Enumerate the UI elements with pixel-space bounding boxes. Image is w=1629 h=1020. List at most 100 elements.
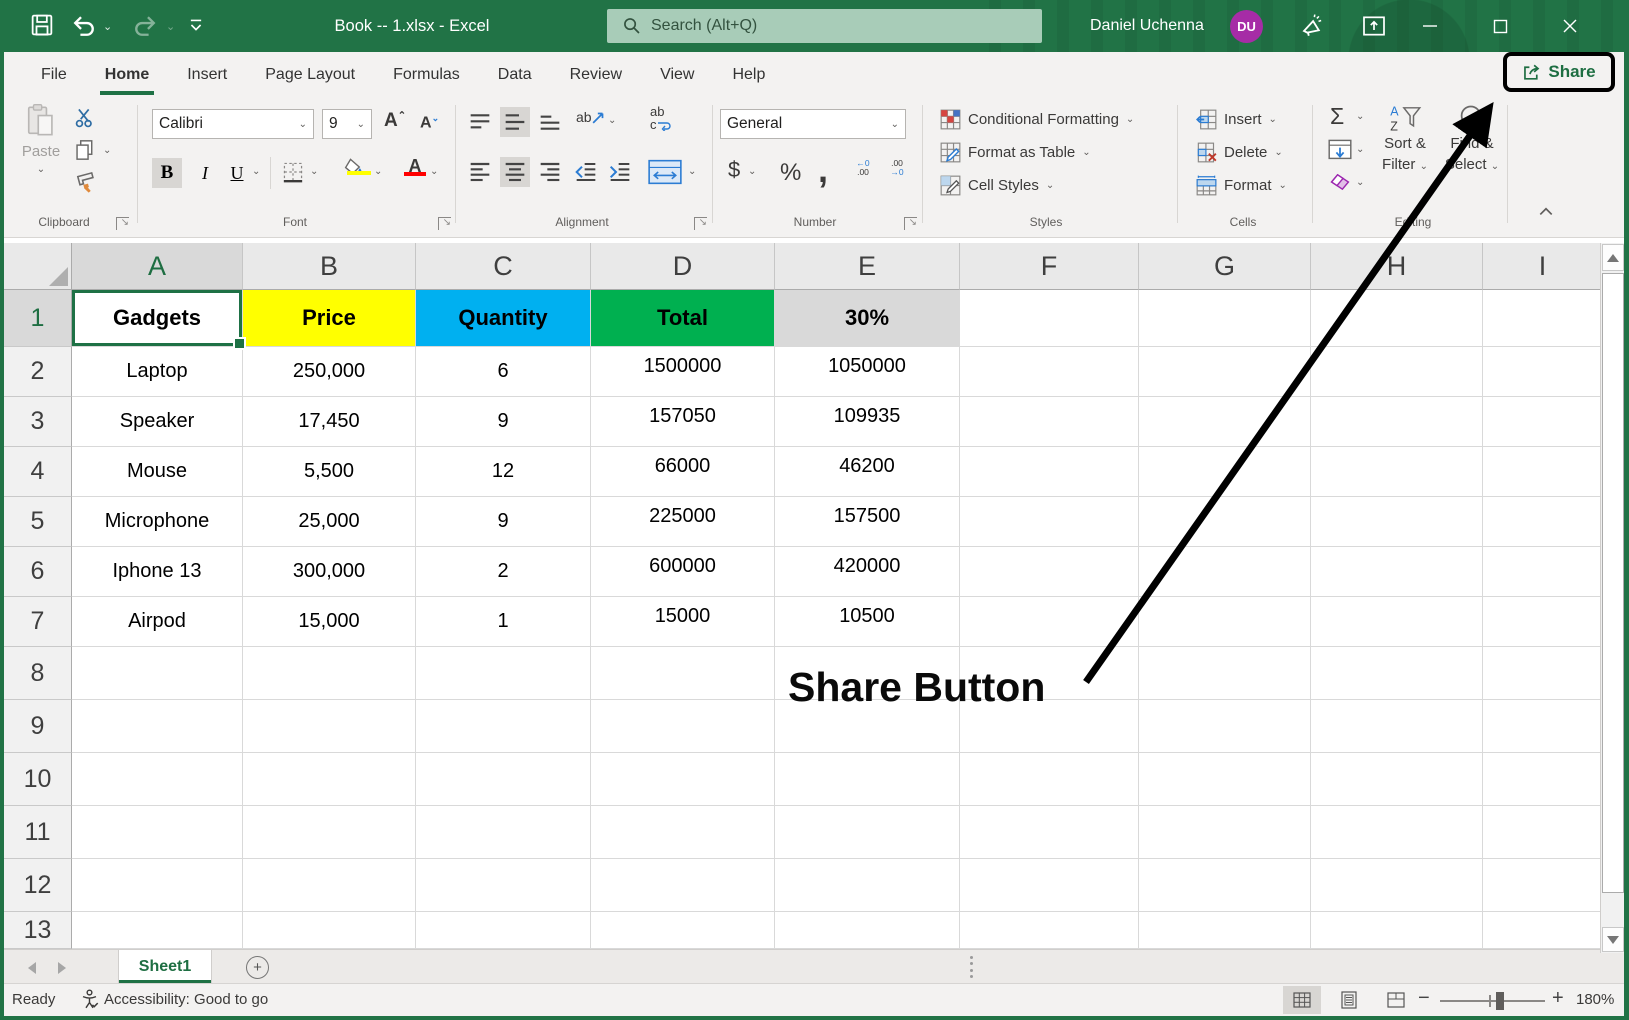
cell-A4[interactable]: Mouse <box>72 447 243 497</box>
cell-E5[interactable]: 157500 <box>775 497 960 547</box>
underline-dropdown-icon[interactable]: ⌄ <box>252 166 260 177</box>
cell-G3[interactable] <box>1139 397 1311 447</box>
orientation-icon[interactable]: ab <box>576 109 606 125</box>
merge-center-icon[interactable] <box>648 159 682 185</box>
currency-format-icon[interactable]: $ <box>728 157 740 183</box>
cell-C13[interactable] <box>416 912 591 949</box>
cell-H12[interactable] <box>1311 859 1483 912</box>
cell-F11[interactable] <box>960 806 1139 859</box>
cell-B1[interactable]: Price <box>243 290 416 347</box>
fill-dropdown-icon[interactable]: ⌄ <box>1356 144 1364 155</box>
borders-dropdown-icon[interactable]: ⌄ <box>310 166 318 177</box>
cell-I4[interactable] <box>1483 447 1600 497</box>
cell-G10[interactable] <box>1139 753 1311 806</box>
sort-filter-button[interactable]: AZ Sort &Filter ⌄ <box>1372 103 1438 177</box>
quick-access-toolbar-icon[interactable] <box>188 15 204 35</box>
cell-D13[interactable] <box>591 912 775 949</box>
decrease-decimal-icon[interactable]: .00→0 <box>884 159 910 177</box>
row-header-8[interactable]: 8 <box>4 647 72 700</box>
avatar[interactable]: DU <box>1230 10 1263 43</box>
tab-view[interactable]: View <box>641 52 713 97</box>
paste-button[interactable]: Paste ⌄ <box>14 103 68 207</box>
cell-C12[interactable] <box>416 859 591 912</box>
cell-E4[interactable]: 46200 <box>775 447 960 497</box>
cell-A5[interactable]: Microphone <box>72 497 243 547</box>
cell-D6[interactable]: 600000 <box>591 547 775 597</box>
align-left-icon[interactable] <box>468 161 492 183</box>
cell-B4[interactable]: 5,500 <box>243 447 416 497</box>
save-icon[interactable] <box>31 14 53 36</box>
align-right-icon[interactable] <box>538 161 562 183</box>
cell-I3[interactable] <box>1483 397 1600 447</box>
increase-decimal-icon[interactable]: ←0.00 <box>850 159 876 177</box>
cell-H5[interactable] <box>1311 497 1483 547</box>
cell-F10[interactable] <box>960 753 1139 806</box>
row-header-10[interactable]: 10 <box>4 753 72 806</box>
cell-B2[interactable]: 250,000 <box>243 347 416 397</box>
undo-dropdown-icon[interactable]: ⌄ <box>103 20 112 33</box>
cell-C1[interactable]: Quantity <box>416 290 591 347</box>
redo-icon[interactable] <box>133 12 159 38</box>
cell-H7[interactable] <box>1311 597 1483 647</box>
bold-button[interactable]: B <box>152 158 182 188</box>
zoom-out-button[interactable]: − <box>1418 987 1430 1010</box>
cell-G7[interactable] <box>1139 597 1311 647</box>
column-header-C[interactable]: C <box>416 243 591 290</box>
cell-G11[interactable] <box>1139 806 1311 859</box>
copy-icon[interactable] <box>74 139 96 161</box>
format-painter-icon[interactable] <box>74 171 98 195</box>
cell-B12[interactable] <box>243 859 416 912</box>
cell-A10[interactable] <box>72 753 243 806</box>
page-layout-view-button[interactable] <box>1330 986 1368 1014</box>
insert-cells-button[interactable]: Insert ⌄ <box>1196 105 1277 133</box>
wrap-text-icon[interactable]: ab c <box>650 105 671 131</box>
cell-E1[interactable]: 30% <box>775 290 960 347</box>
fill-color-icon[interactable] <box>344 158 368 176</box>
cell-F4[interactable] <box>960 447 1139 497</box>
cut-icon[interactable] <box>74 107 96 129</box>
row-header-4[interactable]: 4 <box>4 447 72 497</box>
cell-A2[interactable]: Laptop <box>72 347 243 397</box>
cell-G2[interactable] <box>1139 347 1311 397</box>
cell-F13[interactable] <box>960 912 1139 949</box>
font-dialog-launcher[interactable]: ↘ <box>438 217 451 230</box>
collapse-ribbon-icon[interactable] <box>1538 205 1554 217</box>
cell-E6[interactable]: 420000 <box>775 547 960 597</box>
column-header-A[interactable]: A <box>72 243 243 290</box>
column-header-F[interactable]: F <box>960 243 1139 290</box>
cell-F5[interactable] <box>960 497 1139 547</box>
cell-B8[interactable] <box>243 647 416 700</box>
autosum-icon[interactable]: Σ <box>1330 103 1344 130</box>
cell-G9[interactable] <box>1139 700 1311 753</box>
cell-C11[interactable] <box>416 806 591 859</box>
row-header-3[interactable]: 3 <box>4 397 72 447</box>
percent-style-icon[interactable]: % <box>780 159 801 187</box>
font-size-combobox[interactable]: 9⌄ <box>322 109 372 139</box>
clipboard-dialog-launcher[interactable]: ↘ <box>116 217 129 230</box>
cell-H6[interactable] <box>1311 547 1483 597</box>
row-header-13[interactable]: 13 <box>4 912 72 949</box>
close-button[interactable] <box>1548 0 1592 52</box>
row-header-7[interactable]: 7 <box>4 597 72 647</box>
row-header-1[interactable]: 1 <box>4 290 72 347</box>
tab-review[interactable]: Review <box>551 52 641 97</box>
orientation-dropdown-icon[interactable]: ⌄ <box>608 115 616 126</box>
cell-H2[interactable] <box>1311 347 1483 397</box>
tab-bar-resize-handle[interactable] <box>968 954 974 980</box>
cell-F6[interactable] <box>960 547 1139 597</box>
cell-D12[interactable] <box>591 859 775 912</box>
cell-A11[interactable] <box>72 806 243 859</box>
cell-A13[interactable] <box>72 912 243 949</box>
cell-B5[interactable]: 25,000 <box>243 497 416 547</box>
italic-button[interactable]: I <box>190 158 220 188</box>
cell-H9[interactable] <box>1311 700 1483 753</box>
cell-G5[interactable] <box>1139 497 1311 547</box>
cell-E3[interactable]: 109935 <box>775 397 960 447</box>
cell-I5[interactable] <box>1483 497 1600 547</box>
cell-D7[interactable]: 15000 <box>591 597 775 647</box>
accessibility-status[interactable]: Accessibility: Good to go <box>80 989 268 1009</box>
search-box[interactable]: Search (Alt+Q) <box>607 9 1042 43</box>
cell-B6[interactable]: 300,000 <box>243 547 416 597</box>
cell-A9[interactable] <box>72 700 243 753</box>
column-header-G[interactable]: G <box>1139 243 1311 290</box>
